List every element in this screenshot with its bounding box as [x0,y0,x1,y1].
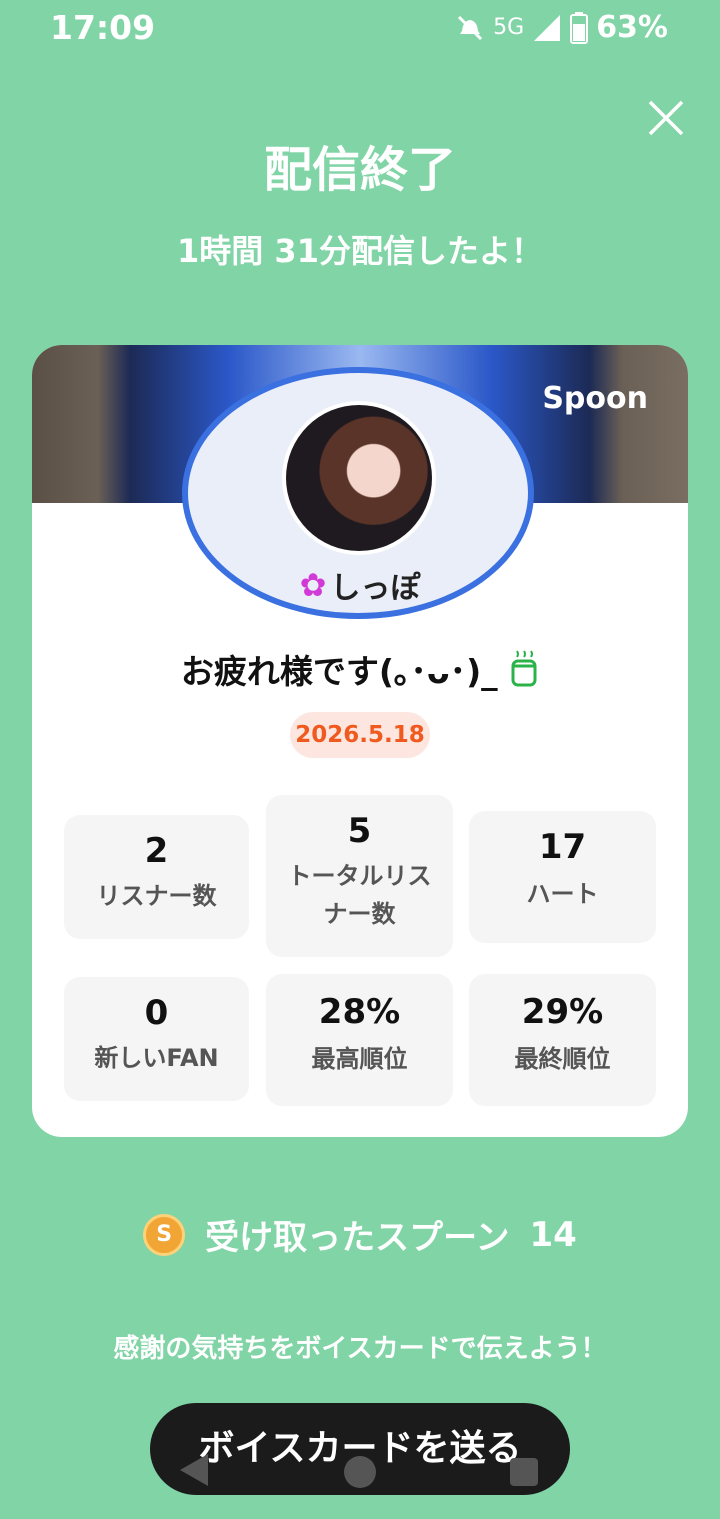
message-text: お疲れ様です(｡･ᴗ･)_ [180,652,498,691]
stat-final-rank: 29% 最終順位 [469,974,656,1106]
date-badge: 2026.5.18 [290,712,430,758]
stat-value: 5 [347,811,372,851]
stat-value: 29% [521,992,604,1032]
mute-icon [458,15,483,40]
stat-best-rank: 28% 最高順位 [266,974,453,1106]
stat-hearts: 17 ハート [469,811,656,943]
stat-value: 0 [144,993,169,1033]
battery-level: 63% [596,10,668,45]
stat-label: 新しいFAN [94,1044,219,1072]
stat-new-fans: 0 新しいFAN [64,977,249,1101]
stat-label: トータルリスナー数 [287,862,432,928]
spoons-count: 14 [529,1214,577,1255]
status-bar: 17:09 5G 63% [0,0,720,58]
stat-total-listeners: 5 トータルリスナー数 [266,795,453,957]
duration-subtitle: 1時間 31分配信したよ！ [177,232,543,270]
spoon-logo: Spoon [542,381,648,416]
spoon-coin-icon: S [143,1213,186,1256]
stat-listeners: 2 リスナー数 [64,815,249,939]
status-time: 17:09 [50,8,156,47]
thanks-message: 感謝の気持ちをボイスカードで伝えよう！ [113,1334,607,1364]
received-spoons: S 受け取ったスプーン 14 [0,1210,720,1259]
network-type: 5G [493,15,525,40]
stat-label: ハート [526,880,599,908]
stat-value: 28% [318,992,401,1032]
stat-value: 2 [144,831,169,871]
home-icon[interactable] [344,1456,376,1488]
user-name: しっぽ [330,571,421,606]
navigation-bar [0,1452,720,1492]
stat-label: 最終順位 [514,1045,611,1073]
flower-icon: ✿ [299,566,327,604]
cup-icon [511,650,537,687]
summary-card: Spoon ✿ しっぽ お疲れ様です(｡･ᴗ･)_ 2026.5.18 2 リス… [32,345,688,1137]
stat-label: 最高順位 [311,1045,408,1073]
avatar [282,401,436,555]
stat-label: リスナー数 [96,882,217,910]
broadcast-message: お疲れ様です(｡･ᴗ･)_ [32,645,688,693]
avatar-image [286,405,432,551]
spoons-label: 受け取ったスプーン [205,1218,510,1258]
page-title: 配信終了 [263,142,456,198]
stat-value: 17 [538,827,587,867]
recent-apps-icon[interactable] [510,1458,538,1486]
status-icons: 5G 63% [455,10,668,45]
back-icon[interactable] [180,1454,208,1486]
user-name-row: ✿ しっぽ [32,563,688,607]
signal-icon [534,14,561,41]
battery-icon [570,11,589,44]
